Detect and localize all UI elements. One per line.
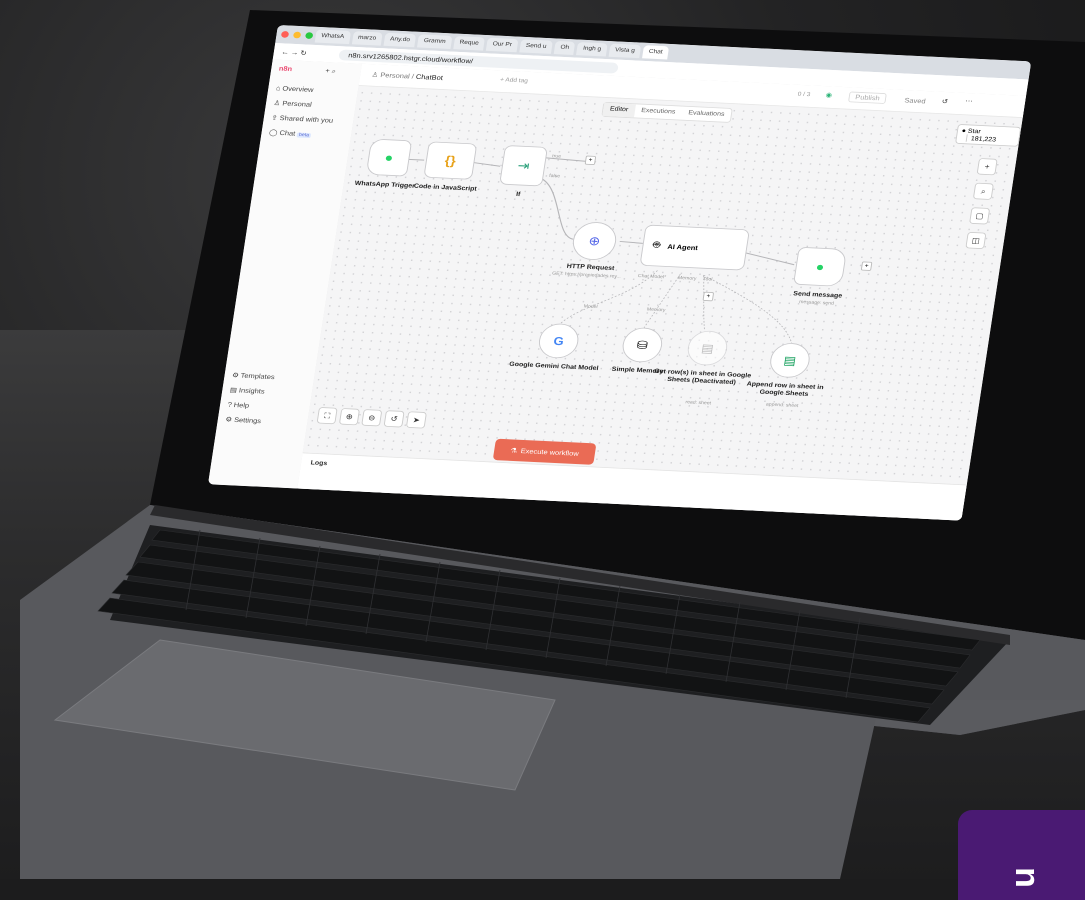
photo-scene: WhatsA marzo Any.do Gramm Reque Our Pr S… (0, 0, 1085, 900)
pointer-button[interactable]: ➤ (405, 411, 427, 429)
if-node[interactable]: ⇥ (499, 145, 548, 187)
execute-label: Execute workflow (520, 446, 580, 458)
connections (405, 157, 795, 344)
brand-badge: n (958, 810, 1085, 900)
sheets-icon: ▤ (782, 353, 798, 367)
brand-letter: n (1007, 867, 1046, 888)
ai-agent-node[interactable]: 🤖︎ AI Agent (639, 224, 750, 271)
n8n-app: WhatsA marzo Any.do Gramm Reque Our Pr S… (208, 25, 1032, 521)
panel-button[interactable]: ◫ (965, 231, 987, 250)
flask-icon: ⚗ (509, 446, 518, 455)
laptop-screen: WhatsA marzo Any.do Gramm Reque Our Pr S… (208, 25, 1032, 521)
undo-button[interactable]: ↺ (383, 410, 405, 428)
add-node-icon[interactable]: + (860, 261, 873, 271)
google-icon: G (552, 334, 565, 348)
false-output-label: false (548, 173, 561, 180)
fit-view-button[interactable]: ⛶ (316, 406, 338, 425)
whatsapp-icon: ● (383, 150, 395, 165)
braces-icon: {} (443, 153, 457, 168)
database-icon: ⛁ (635, 337, 649, 352)
branch-icon: ⇥ (516, 158, 531, 174)
true-output-label: true (551, 153, 562, 160)
whatsapp-icon: ● (814, 259, 826, 275)
add-tool-icon[interactable]: + (702, 291, 715, 302)
tool-port-label: Tool (702, 276, 713, 283)
logs-label: Logs (310, 458, 328, 467)
robot-icon: 🤖︎ (652, 238, 662, 251)
search-nodes-button[interactable]: ⌕ (972, 182, 994, 200)
memory-link-label: Memory (646, 307, 666, 314)
add-node-icon[interactable]: + (584, 155, 597, 166)
zoom-out-button[interactable]: ⊖ (361, 409, 383, 427)
node-label: AI Agent (666, 242, 699, 252)
zoom-in-button[interactable]: ⊕ (338, 408, 360, 426)
add-node-button[interactable]: + (976, 158, 998, 176)
globe-icon: ⊕ (587, 234, 602, 249)
whatsapp-trigger-node[interactable]: ● (365, 138, 413, 177)
sheets-icon: ▤ (700, 340, 715, 355)
model-link-label: Model (583, 304, 598, 310)
sticky-note-button[interactable]: ▢ (969, 207, 991, 225)
code-node[interactable]: {} (423, 141, 478, 180)
memory-port-label: Memory (677, 275, 697, 282)
send-message-node[interactable]: ● (793, 246, 848, 287)
